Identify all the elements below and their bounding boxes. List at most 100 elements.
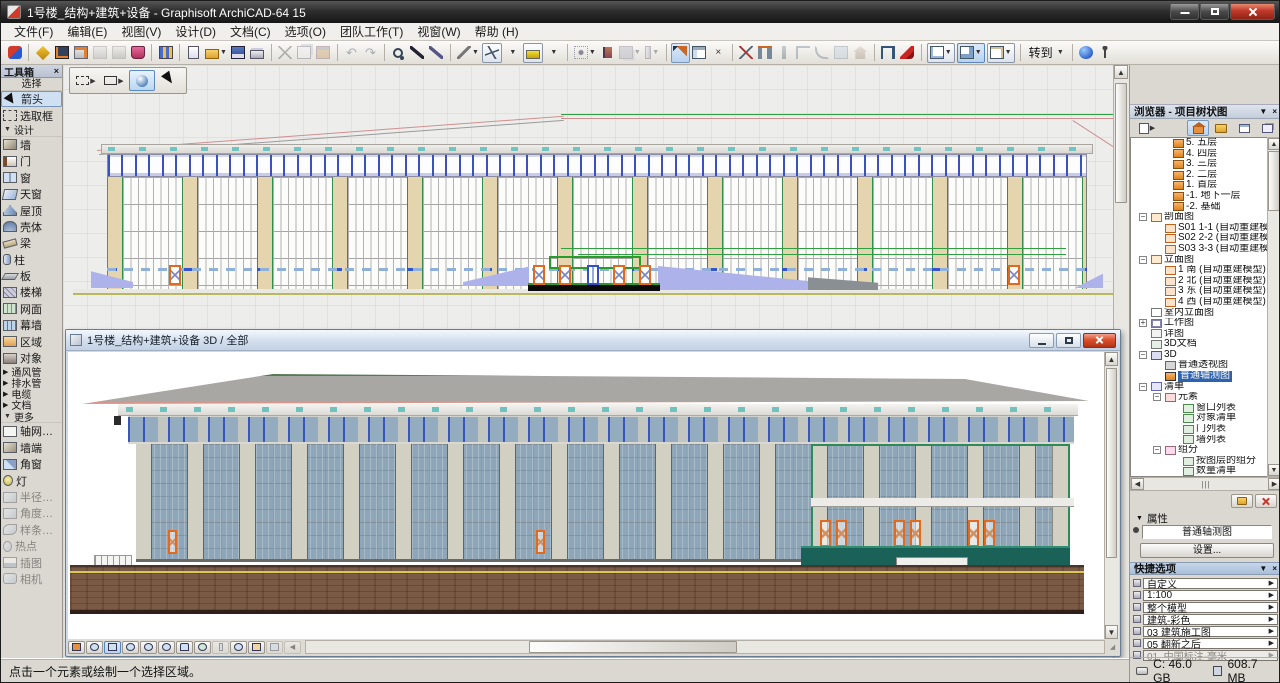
tool-arrow[interactable]: 箭头	[1, 91, 62, 107]
properties-value-field[interactable]: 普通轴测图	[1142, 525, 1272, 539]
adjust-icon[interactable]	[775, 43, 794, 63]
toolbox-close-icon[interactable]: ×	[54, 66, 59, 76]
menu-help[interactable]: 帮助 (H)	[468, 22, 526, 41]
tool-lamp[interactable]: 灯	[1, 472, 62, 488]
tree-item-story-5[interactable]: 5. 五层	[1131, 138, 1268, 149]
send-receive-icon[interactable]	[71, 43, 90, 63]
tool-grid[interactable]: 轴网…	[1, 423, 62, 439]
menu-edit[interactable]: 编辑(E)	[60, 22, 114, 41]
intersect-icon[interactable]	[794, 43, 813, 63]
copy-icon[interactable]	[295, 43, 314, 63]
tool-roof[interactable]: 屋顶	[1, 202, 62, 218]
tool-hotspot[interactable]: 热点	[1, 538, 62, 554]
grid-snap-combo[interactable]	[482, 43, 502, 63]
open-file-icon[interactable]: ▼	[203, 43, 229, 63]
expand-icon[interactable]: +	[1139, 319, 1147, 327]
tree-item-window-list[interactable]: 窗口列表	[1131, 403, 1268, 414]
delete-item-icon[interactable]	[1255, 494, 1277, 508]
project-reserve-icon[interactable]	[52, 43, 71, 63]
viewport-3d-vscrollbar[interactable]: ▲ ▼	[1104, 352, 1119, 639]
view-map-folder-icon[interactable]	[1210, 120, 1232, 136]
navigator-close-icon[interactable]: ×	[1272, 107, 1277, 116]
fit-view-icon[interactable]	[68, 641, 85, 654]
tool-door[interactable]: 门	[1, 153, 62, 169]
save-file-icon[interactable]	[229, 43, 248, 63]
resize-icon[interactable]	[832, 43, 851, 63]
cut-icon[interactable]	[276, 43, 295, 63]
window-3d-titlebar[interactable]: 1号楼_结构+建筑+设备 3D / 全部	[66, 330, 1120, 351]
tree-item-section-s01[interactable]: S01 1-1 (自动重建模型)	[1131, 223, 1268, 234]
publisher-icon[interactable]	[1256, 120, 1278, 136]
navigator-menu-icon[interactable]: ▼	[1259, 107, 1267, 116]
tool-stair[interactable]: 楼梯	[1, 284, 62, 300]
teamwork-star-icon[interactable]	[33, 43, 52, 63]
fillet-icon[interactable]	[813, 43, 832, 63]
splitter-grip[interactable]: |||	[1201, 480, 1210, 489]
tree-item-story-4[interactable]: 4. 四层	[1131, 149, 1268, 160]
menu-teamwork[interactable]: 团队工作(T)	[333, 22, 410, 41]
toolbox-group-pipe[interactable]: ▶排水管	[1, 377, 62, 388]
print-icon[interactable]	[248, 43, 267, 63]
tree-item-components[interactable]: −组分	[1131, 445, 1268, 456]
tree-item-axonometry[interactable]: 普通轴测图	[1131, 371, 1268, 382]
collapse-icon[interactable]: −	[1139, 213, 1147, 221]
trim-icon[interactable]	[737, 43, 756, 63]
menu-document[interactable]: 文档(C)	[223, 22, 278, 41]
quick-options-close-icon[interactable]: ×	[1272, 564, 1277, 573]
pick-up-parameters-icon[interactable]	[408, 43, 427, 63]
tree-item-story-1[interactable]: 1. 首层	[1131, 180, 1268, 191]
orbit-mode-icon[interactable]	[104, 641, 121, 654]
tree-item-elevations[interactable]: −立面图	[1131, 255, 1268, 266]
tool-zone[interactable]: 区域	[1, 333, 62, 349]
scroll-up-icon[interactable]: ▲	[1105, 352, 1118, 366]
tool-curtain-wall[interactable]: 幕墙	[1, 317, 62, 333]
restore-button[interactable]	[1200, 4, 1229, 20]
arrange-columns-icon[interactable]	[156, 43, 175, 63]
tree-item-elements[interactable]: −元素	[1131, 392, 1268, 403]
tool-mesh[interactable]: 网面	[1, 301, 62, 317]
scroll-up-icon[interactable]: ▲	[1268, 138, 1280, 150]
scroll-down-icon[interactable]: ▼	[1268, 464, 1280, 476]
elevation-2d-drawing[interactable]	[73, 110, 1115, 302]
tree-hscrollbar[interactable]: ◀ ||| ▶	[1130, 477, 1280, 491]
viewport-3d[interactable]	[68, 352, 1104, 639]
teamwork-bag-icon[interactable]	[128, 43, 147, 63]
teamwork-globe-icon[interactable]	[1077, 43, 1096, 63]
red-marker-icon[interactable]	[898, 43, 917, 63]
tool-window[interactable]: 窗	[1, 170, 62, 186]
zoom-in-icon[interactable]	[140, 641, 157, 654]
element-table-icon[interactable]	[690, 43, 709, 63]
goto-button[interactable]: 转到 ▼	[1025, 43, 1068, 63]
column-tool-icon[interactable]: ▼	[643, 43, 662, 63]
tree-item-story-3[interactable]: 3. 三层	[1131, 159, 1268, 170]
archicad-start-icon[interactable]	[5, 43, 24, 63]
explore-walk-icon[interactable]	[212, 641, 229, 654]
tree-item-perspective[interactable]: 普通透视图	[1131, 360, 1268, 371]
quick-options-header[interactable]: 快捷选项 ▼×	[1130, 562, 1280, 575]
tree-item-components-by-layer[interactable]: 按图层的组分	[1131, 456, 1268, 467]
marquee-all-icon[interactable]: ▶	[101, 70, 127, 91]
window-layout-combo[interactable]: ▼	[987, 43, 1015, 63]
zoom-select-icon[interactable]	[389, 43, 408, 63]
menu-design[interactable]: 设计(D)	[168, 22, 223, 41]
toolbox-group-design[interactable]: ▼设计	[1, 124, 62, 137]
tool-wall[interactable]: 墙	[1, 137, 62, 153]
tree-item-section-s02[interactable]: S02 2-2 (自动重建模型)	[1131, 233, 1268, 244]
quick-options-menu-icon[interactable]: ▼	[1259, 564, 1267, 573]
tree-item-wall-list[interactable]: 墙列表	[1131, 435, 1268, 446]
split-icon[interactable]	[756, 43, 775, 63]
layout-book-icon[interactable]	[1233, 120, 1255, 136]
menu-file[interactable]: 文件(F)	[7, 22, 60, 41]
drawing-workspace[interactable]: ▶ ▶	[63, 65, 1129, 658]
collapse-icon[interactable]: −	[1139, 351, 1147, 359]
settings-button[interactable]: 设置...	[1140, 543, 1274, 558]
snap-points-icon[interactable]: ▼	[572, 43, 598, 63]
tool-spline[interactable]: 样条…	[1, 522, 62, 538]
tree-item-section-s03[interactable]: S03 3-3 (自动重建模型)	[1131, 244, 1268, 255]
zoom-window-icon[interactable]	[86, 641, 103, 654]
scroll-down-icon[interactable]: ▼	[1105, 625, 1118, 639]
inject-parameters-icon[interactable]	[427, 43, 446, 63]
3d-restore-button[interactable]	[1056, 333, 1081, 348]
redo-icon[interactable]: ↷	[361, 43, 380, 63]
tool-skylight[interactable]: 天窗	[1, 186, 62, 202]
